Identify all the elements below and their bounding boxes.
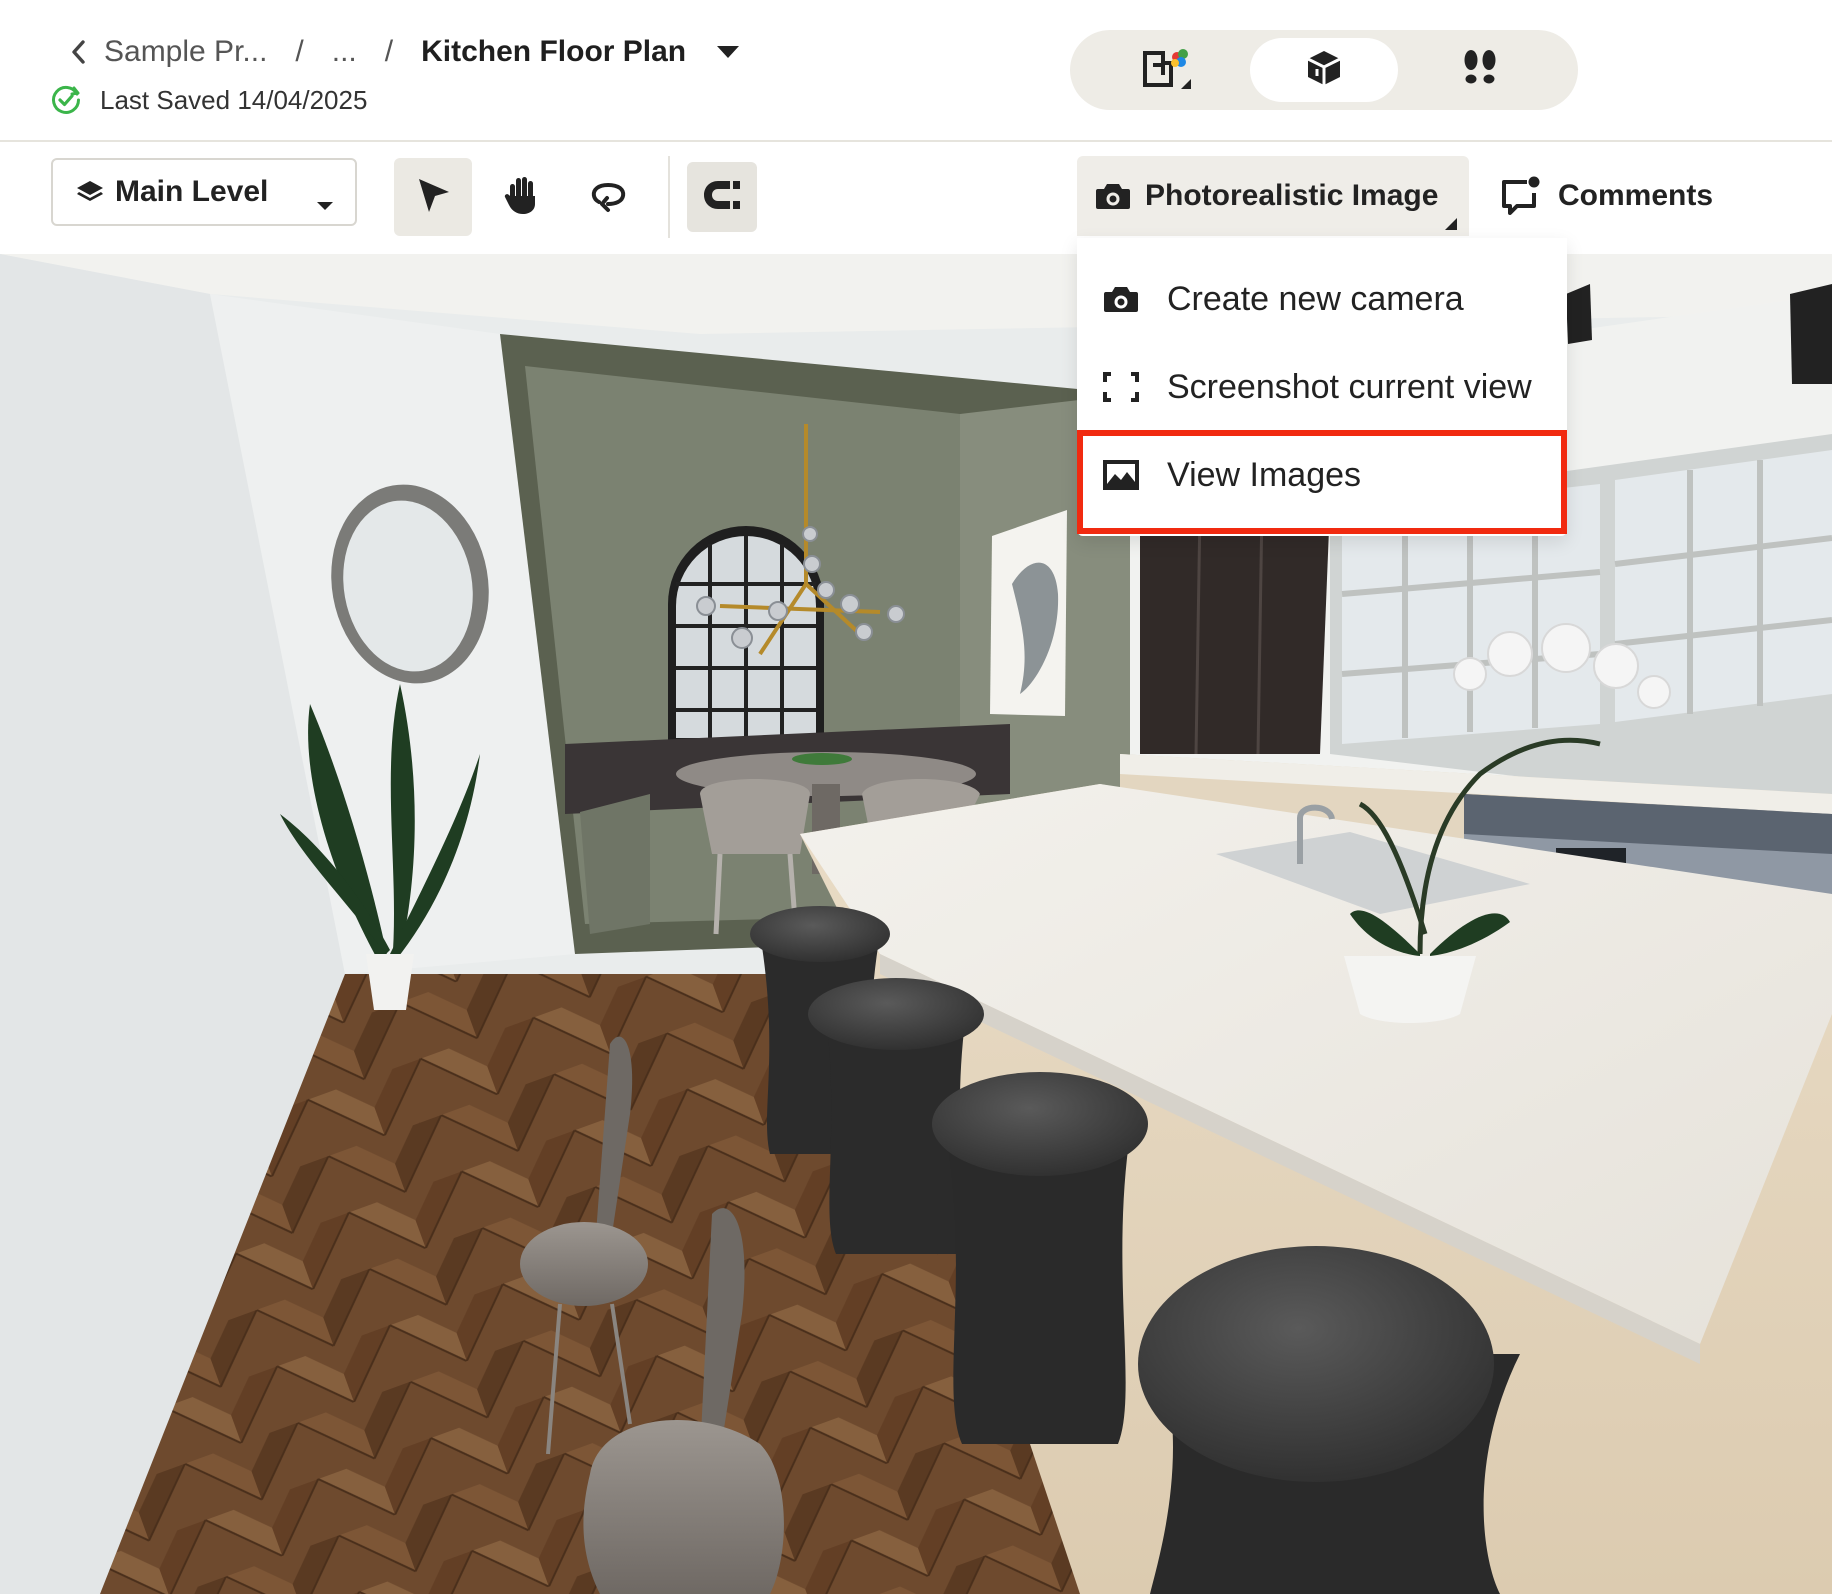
pan-tool-button[interactable] [483,158,561,236]
photorealistic-image-button[interactable]: Photorealistic Image [1077,156,1469,236]
level-select[interactable]: Main Level [51,158,357,226]
orbit-tool-button[interactable] [570,158,648,236]
comments-label: Comments [1558,179,1714,212]
photorealistic-image-label: Photorealistic Image [1145,179,1439,212]
saved-check-icon [50,84,82,116]
breadcrumb-separator: / [384,35,394,68]
comment-icon [1500,176,1540,216]
comments-button[interactable]: Comments [1500,168,1713,224]
select-arrow-icon [413,175,453,220]
view-walkthrough-button[interactable] [1406,38,1554,102]
3d-box-icon [1304,48,1344,93]
orbit-rotate-icon [589,175,629,220]
menu-item-label: View Images [1167,455,1362,494]
breadcrumb: Sample Pr... / ... / Kitchen Floor Plan [70,30,742,74]
menu-item-label: Screenshot current view [1167,367,1532,406]
breadcrumb-ellipsis[interactable]: ... [332,35,357,69]
magnet-snap-icon [702,179,742,216]
menu-item-screenshot[interactable]: Screenshot current view [1077,344,1567,430]
camera-icon [1101,279,1141,319]
camera-icon [1095,181,1131,211]
menu-item-create-camera[interactable]: Create new camera [1077,256,1567,342]
select-tool-button[interactable] [394,158,472,236]
breadcrumb-project[interactable]: Sample Pr... [104,35,267,69]
view-2d-button[interactable] [1094,38,1242,102]
floor-plan-2d-icon [1141,45,1195,96]
dropdown-corner-icon [1445,204,1457,230]
last-saved-text: Last Saved 14/04/2025 [100,84,368,115]
chevron-down-icon [315,186,335,210]
chevron-down-icon[interactable] [716,43,742,61]
image-icon [1101,455,1141,495]
view-3d-button[interactable] [1250,38,1398,102]
layers-icon [75,179,105,205]
toolbar-divider [668,156,670,238]
view-mode-switch [1070,30,1578,110]
top-header: Sample Pr... / ... / Kitchen Floor Plan … [0,0,1832,142]
footsteps-walkthrough-icon [1460,48,1500,93]
pan-hand-icon [502,174,542,221]
level-select-value: Main Level [115,175,269,208]
save-status: Last Saved 14/04/2025 [50,82,367,118]
menu-item-view-images[interactable]: View Images [1077,432,1567,518]
screenshot-frame-icon [1101,367,1141,407]
back-chevron-icon[interactable] [70,37,94,67]
breadcrumb-current-page[interactable]: Kitchen Floor Plan [421,35,686,69]
photo-options-menu: Create new camera Screenshot current vie… [1077,238,1567,536]
breadcrumb-separator: / [295,35,304,68]
snap-toggle-button[interactable] [687,162,757,232]
menu-item-label: Create new camera [1167,279,1464,318]
